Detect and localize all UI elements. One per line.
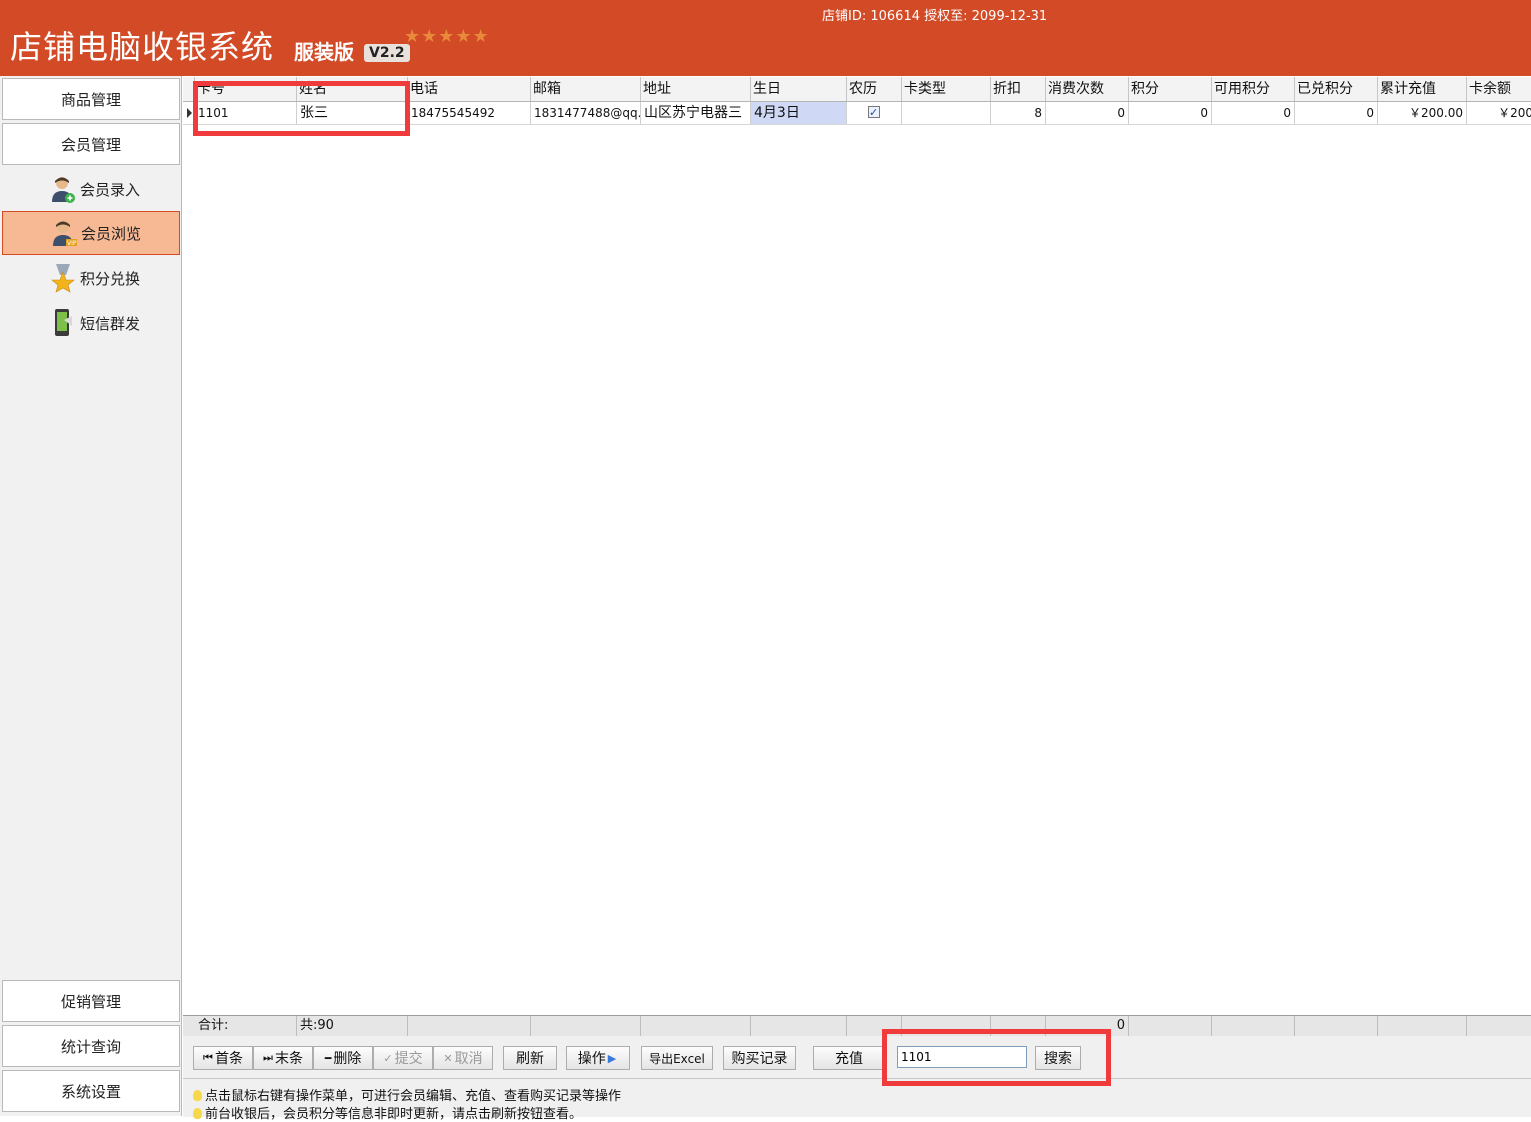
cancel-button[interactable]: ✕ 取消 [433,1046,493,1070]
cell-email[interactable]: 1831477488@qq.c [531,102,641,124]
sidebar-item-label: 短信群发 [80,314,141,333]
first-record-icon: ⏮ [203,1051,213,1064]
cell-birthday[interactable]: 4月3日 [751,102,847,124]
nav-system-settings[interactable]: 系统设置 [2,1070,180,1112]
column-header-phone[interactable]: 电话 [408,77,531,101]
delete-button[interactable]: ━ 删除 [313,1046,373,1070]
column-header-address[interactable]: 地址 [641,77,751,101]
sidebar-item-member-browse[interactable]: VIP 会员浏览 [2,211,180,255]
medal-star-icon [50,263,76,293]
summary-record-count: 共:90 [297,1016,408,1036]
cell-card-type[interactable] [902,102,991,124]
shop-license-info: 店铺ID: 106614 授权至: 2099-12-31 [822,9,1048,24]
sidebar: 商品管理 会员管理 会员录入 VIP 会员浏览 积分兑换 短信群发 促销管理 统… [0,76,182,1116]
grid-toolbar: ⏮ 首条 ⏭ 末条 ━ 删除 ✓ 提交 ✕ 取消 刷新 操作 ▶ 导出Excel 购买记录 … [183,1036,1531,1078]
summary-cell [408,1016,531,1036]
cell-redeemed-points[interactable]: 0 [1295,102,1378,124]
app-header: 店铺电脑收银系统 服装版 V2.2 ★★★★★ 店铺ID: 106614 授权至… [0,0,1531,76]
column-header-total-recharge[interactable]: 累计充值 [1378,77,1467,101]
cell-phone[interactable]: 18475545492 [408,102,531,124]
purchase-records-button[interactable]: 购买记录 [723,1046,796,1070]
sidebar-item-points-exchange[interactable]: 积分兑换 [2,256,180,300]
summary-cell [1129,1016,1212,1036]
minus-icon: ━ [324,1051,332,1065]
lightbulb-icon [193,1090,202,1101]
phone-sms-icon [50,308,76,338]
operate-button[interactable]: 操作 ▶ [566,1046,630,1070]
column-header-balance[interactable]: 卡余额 [1467,77,1531,101]
recharge-button[interactable]: 充值 [813,1046,885,1070]
lightbulb-icon [193,1108,202,1119]
cell-total-recharge[interactable]: ￥200.00 [1378,102,1467,124]
cell-address[interactable]: 山区苏宁电器三 [641,102,751,124]
column-header-points[interactable]: 积分 [1129,77,1212,101]
app-title: 店铺电脑收银系统 [10,28,275,66]
rating-stars-icon: ★★★★★ [404,26,490,47]
version-badge: V2.2 [364,44,410,62]
highlight-box-name-columns [193,81,410,136]
sidebar-item-sms-broadcast[interactable]: 短信群发 [2,301,180,345]
summary-cell [1295,1016,1378,1036]
column-header-birthday[interactable]: 生日 [751,77,847,101]
hint-line: 前台收银后，会员积分等信息非即时更新，请点击刷新按钮查看。 [193,1103,582,1122]
grid-summary-row: 合计: 共:90 0 [183,1015,1531,1037]
first-record-button[interactable]: ⏮ 首条 [193,1046,253,1070]
member-grid: 卡号 姓名 电话 邮箱 地址 生日 农历 卡类型 折扣 消费次数 积分 可用积分… [183,77,1531,1015]
summary-cell [1212,1016,1295,1036]
submit-button[interactable]: ✓ 提交 [373,1046,433,1070]
nav-statistics-query[interactable]: 统计查询 [2,1025,180,1067]
summary-cell [751,1016,847,1036]
column-header-consume-count[interactable]: 消费次数 [1046,77,1129,101]
column-header-email[interactable]: 邮箱 [531,77,641,101]
cell-balance[interactable]: ￥200 [1467,102,1531,124]
close-icon: ✕ [443,1051,453,1065]
edition-label: 服装版 [294,40,354,64]
last-record-icon: ⏭ [263,1051,273,1064]
svg-text:VIP: VIP [67,240,77,247]
nav-member-management[interactable]: 会员管理 [2,123,180,165]
hint-line: 点击鼠标右键有操作菜单，可进行会员编辑、充值、查看购买记录等操作 [193,1085,621,1104]
lunar-checkbox[interactable] [868,102,880,124]
highlight-box-search [882,1029,1111,1086]
cell-lunar[interactable] [847,102,902,124]
cell-points[interactable]: 0 [1129,102,1212,124]
nav-product-management[interactable]: 商品管理 [2,78,180,120]
member-vip-icon: VIP [51,218,77,248]
export-excel-button[interactable]: 导出Excel [641,1046,713,1070]
member-add-icon [50,174,76,204]
column-header-available-points[interactable]: 可用积分 [1212,77,1295,101]
column-header-card-type[interactable]: 卡类型 [902,77,991,101]
summary-cell [641,1016,751,1036]
refresh-button[interactable]: 刷新 [503,1046,557,1070]
hint-panel: 点击鼠标右键有操作菜单，可进行会员编辑、充值、查看购买记录等操作 前台收银后，会… [183,1078,1531,1122]
check-icon: ✓ [383,1051,393,1065]
sidebar-item-label: 会员录入 [80,180,141,199]
cell-discount[interactable]: 8 [991,102,1046,124]
cell-consume-count[interactable]: 0 [1046,102,1129,124]
summary-cell [531,1016,641,1036]
play-arrow-icon: ▶ [607,1051,617,1065]
column-header-discount[interactable]: 折扣 [991,77,1046,101]
summary-label: 合计: [195,1016,297,1036]
column-header-redeemed-points[interactable]: 已兑积分 [1295,77,1378,101]
sidebar-item-member-add[interactable]: 会员录入 [2,167,180,211]
sidebar-item-label: 积分兑换 [80,269,141,288]
sidebar-item-label: 会员浏览 [81,224,142,243]
cell-available-points[interactable]: 0 [1212,102,1295,124]
column-header-lunar[interactable]: 农历 [847,77,902,101]
last-record-button[interactable]: ⏭ 末条 [253,1046,313,1070]
nav-promotion-management[interactable]: 促销管理 [2,980,180,1022]
summary-cell [1378,1016,1467,1036]
